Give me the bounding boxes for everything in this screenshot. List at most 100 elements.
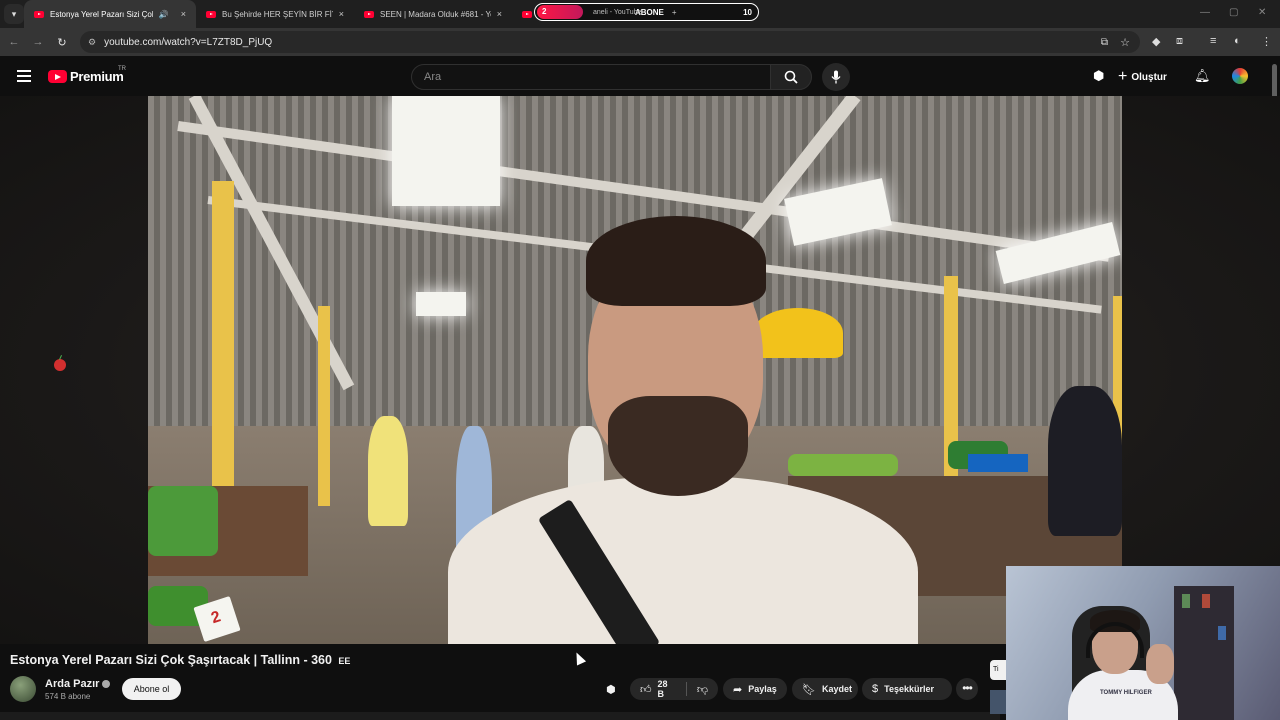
like-dislike-group: 👍︎ 28 B 👎︎ (630, 678, 718, 700)
chevron-down-icon: ▾ (11, 8, 17, 19)
super-thanks-icon: $ (872, 683, 879, 695)
share-arrow-icon: ➦ (733, 683, 743, 696)
ellipsis-icon: ••• (962, 681, 973, 695)
more-actions-button[interactable]: ••• (956, 678, 978, 700)
figurine (1218, 626, 1226, 640)
video-player[interactable]: 2 (148, 96, 1122, 644)
logo-text: Premium (70, 69, 124, 84)
save-label: Kaydet (821, 684, 852, 694)
profile-shield-icon[interactable]: ◐ (1234, 35, 1241, 47)
price-sign-text: 2 (209, 608, 223, 628)
divider (685, 682, 687, 696)
thanks-button[interactable]: $ Teşekkürler (862, 678, 952, 700)
skylight (392, 96, 500, 206)
youtube-favicon-icon (364, 10, 374, 18)
youtube-logo[interactable]: Premium (48, 69, 124, 84)
plus-icon: + (1118, 68, 1128, 85)
share-label: Paylaş (748, 684, 777, 694)
save-button[interactable]: 🔖︎ Kaydet (792, 678, 858, 700)
channel-name-text: Arda Pazır (45, 678, 100, 690)
extension-diamond-icon[interactable]: ◆ (1152, 35, 1160, 48)
voice-search-button[interactable] (822, 63, 850, 91)
blue-crate (968, 454, 1028, 472)
flag-label: EE (338, 656, 351, 666)
notifications-bell-icon[interactable]: 🔔︎ (1194, 68, 1211, 84)
browser-tab[interactable]: SEEN | Madara Olduk #681 - YouTube × (354, 0, 512, 28)
overlay-counter-start: 2 (537, 5, 583, 19)
back-arrow-icon[interactable]: ← (2, 36, 26, 48)
browser-tab-active[interactable]: Estonya Yerel Pazarı Sizi Çok Şaşırtacak… (24, 0, 196, 28)
streamer-webcam: TOMMY HILFIGER (1006, 566, 1280, 720)
youtube-favicon-icon (522, 10, 532, 18)
window-close-icon[interactable]: ✕ (1258, 7, 1266, 18)
apple-cursor-icon (54, 359, 66, 371)
maximize-icon[interactable]: ▢ (1229, 7, 1238, 18)
account-avatar[interactable] (1230, 66, 1250, 86)
like-count[interactable]: 28 B (658, 679, 676, 699)
watermelons (148, 486, 218, 556)
presenter-beard (608, 396, 748, 496)
overlay-hidden-tab-text: aneli - YouTube (593, 8, 642, 16)
shirt-logo: TOMMY HILFIGER (1100, 690, 1152, 696)
install-app-icon[interactable]: ⧉ (1101, 37, 1108, 48)
side-suggestion-tile[interactable]: Ti (990, 660, 1006, 680)
create-label: Oluştur (1131, 71, 1167, 83)
like-thumb-icon[interactable]: 👍︎ (640, 683, 652, 696)
tab-title: Estonya Yerel Pazarı Sizi Çok Şaşırtacak (50, 9, 153, 19)
region-code: TR (118, 66, 126, 72)
presenter-hair (586, 216, 766, 306)
dislike-thumb-icon[interactable]: 👎︎ (697, 683, 708, 696)
shopper (1048, 386, 1122, 536)
tab-title: SEEN | Madara Olduk #681 - YouTube (380, 9, 491, 19)
reload-icon[interactable]: ↻ (50, 36, 74, 49)
overlay-counter-goal: 10 (743, 7, 752, 17)
hamburger-menu-icon[interactable] (17, 70, 31, 82)
search-button[interactable] (770, 64, 812, 90)
address-text: youtube.com/watch?v=L7ZT8D_PjUQ (104, 36, 273, 48)
forward-arrow-icon[interactable]: → (26, 36, 50, 48)
address-bar[interactable]: ⚙ youtube.com/watch?v=L7ZT8D_PjUQ ⧉ ☆ (80, 31, 1140, 53)
new-tab-icon[interactable]: + (672, 8, 677, 17)
screen: ▾ Estonya Yerel Pazarı Sizi Çok Şaşırtac… (0, 0, 1280, 720)
browser-menu-icon[interactable]: ⋮ (1261, 35, 1272, 48)
skylight (416, 292, 466, 316)
subscriber-goal-overlay: 2 aneli - YouTube ABONE + 10 (534, 3, 759, 21)
bookmark-star-icon[interactable]: ☆ (1120, 36, 1130, 49)
media-controls-icon[interactable]: ≡ (1210, 35, 1216, 47)
youtube-favicon-icon (206, 10, 216, 18)
youtube-play-logo-icon (48, 70, 67, 83)
microphone-icon (831, 70, 841, 84)
video-title-text: Estonya Yerel Pazarı Sizi Çok Şaşırtacak… (10, 653, 332, 667)
search-icon (784, 70, 798, 84)
create-button[interactable]: + Oluştur (1118, 64, 1167, 90)
tab-close-icon[interactable]: × (181, 9, 186, 19)
bookmark-icon: 🔖︎ (802, 683, 816, 696)
shopper (368, 416, 408, 526)
tab-search-button[interactable]: ▾ (4, 4, 24, 24)
tab-close-icon[interactable]: × (497, 9, 502, 19)
extensions-puzzle-icon[interactable]: ⧈ (1176, 35, 1183, 48)
channel-name[interactable]: Arda Pazır (45, 678, 111, 690)
minimize-icon[interactable]: — (1200, 7, 1210, 18)
browser-tab[interactable]: Bu Şehirde HER ŞEYİN BİR FİYATI VAR × (196, 0, 354, 28)
side-suggestion-thumbnail[interactable] (990, 690, 1006, 714)
tab-close-icon[interactable]: × (339, 9, 344, 19)
youtube-header: Premium TR Ara ⬢ + Oluştur 🔔︎ (0, 56, 1280, 96)
gem-extension-icon[interactable]: ⬢ (606, 683, 616, 696)
subscriber-count: 574 B abone (45, 692, 91, 701)
mouse-cursor (571, 650, 587, 666)
share-button[interactable]: ➦ Paylaş (723, 678, 787, 700)
channel-avatar[interactable] (10, 676, 36, 702)
search-input[interactable]: Ara (411, 64, 771, 90)
vegetables (788, 454, 898, 476)
subscribe-button[interactable]: Abone ol (122, 678, 181, 700)
youtube-favicon-icon (34, 10, 44, 18)
site-info-icon[interactable]: ⚙ (88, 37, 96, 48)
verified-check-icon (102, 680, 111, 689)
video-title: Estonya Yerel Pazarı Sizi Çok Şaşırtacak… (10, 653, 350, 667)
figurine (1182, 594, 1190, 608)
thanks-label: Teşekkürler (884, 684, 934, 694)
gem-extension-icon[interactable]: ⬢ (1093, 68, 1104, 84)
speaker-icon[interactable]: 🔊 (159, 10, 169, 19)
yellow-umbrella (753, 308, 843, 358)
